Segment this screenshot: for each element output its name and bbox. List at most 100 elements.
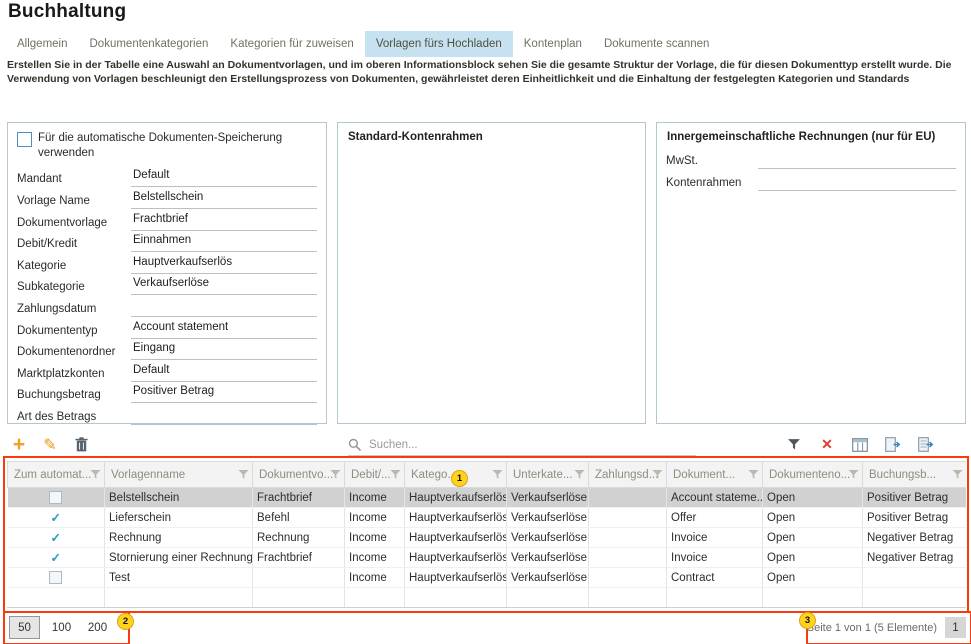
- column-label: Unterkate...: [513, 469, 572, 481]
- page-size-100[interactable]: 100: [47, 617, 76, 638]
- add-row-button[interactable]: +: [9, 434, 29, 456]
- row-checkbox-unchecked[interactable]: [49, 571, 62, 584]
- annotation-badge-1: 1: [451, 470, 468, 487]
- col-dokumentenordner[interactable]: Dokumenteno...: [763, 462, 863, 488]
- col-unterkategorie[interactable]: Unterkate...: [507, 462, 589, 488]
- field-value[interactable]: Positiver Betrag: [131, 385, 317, 403]
- search-box: [348, 434, 696, 456]
- tab-dokumente-scannen[interactable]: Dokumente scannen: [593, 31, 720, 57]
- field-label: Dokumentenordner: [17, 346, 131, 360]
- table-row[interactable]: Test Income Hauptverkaufserlös Verkaufse…: [8, 568, 967, 588]
- annotation-badge-2: 2: [117, 613, 134, 630]
- grid-pager: 50 100 200 Seite 1 von 1 (5 Elemente) 1: [7, 614, 966, 641]
- field-zahlungsdatum: Zahlungsdatum: [8, 295, 326, 317]
- cell-kategorie: Hauptverkaufserlös: [405, 508, 507, 528]
- table-row[interactable]: ✓ Rechnung Rechnung Income Hauptverkaufs…: [8, 528, 967, 548]
- column-filter-icon[interactable]: [748, 469, 759, 480]
- field-value[interactable]: Frachtbrief: [131, 213, 317, 231]
- column-filter-icon[interactable]: [238, 469, 249, 480]
- clear-filter-button[interactable]: ✕: [817, 434, 837, 456]
- col-vorlagenname[interactable]: Vorlagenname: [105, 462, 253, 488]
- field-value[interactable]: Default: [131, 364, 317, 382]
- filter-button[interactable]: [784, 434, 804, 456]
- row-select-cell[interactable]: [8, 488, 105, 508]
- field-value[interactable]: Hauptverkaufserlös: [131, 256, 317, 274]
- cell-vorlagenname: Lieferschein: [105, 508, 253, 528]
- column-filter-icon[interactable]: [952, 469, 963, 480]
- row-select-cell[interactable]: [8, 568, 105, 588]
- cell-kategorie: Hauptverkaufserlös: [405, 548, 507, 568]
- tab-kontenplan[interactable]: Kontenplan: [513, 31, 593, 57]
- row-checkbox-unchecked[interactable]: [49, 491, 62, 504]
- cell-debit-kredit: Income: [345, 548, 405, 568]
- cell-zahlungsdatum: [589, 508, 667, 528]
- column-chooser-icon: [852, 438, 868, 452]
- field-value[interactable]: Eingang: [131, 342, 317, 360]
- column-label: Dokument...: [673, 469, 735, 481]
- field-buchungsbetrag: Buchungsbetrag Positiver Betrag: [8, 382, 326, 404]
- column-filter-icon[interactable]: [574, 469, 585, 480]
- auto-save-checkbox[interactable]: [17, 132, 32, 147]
- cell-zahlungsdatum: [589, 488, 667, 508]
- field-value[interactable]: [758, 173, 956, 191]
- field-value[interactable]: Einnahmen: [131, 234, 317, 252]
- table-row[interactable]: ✓ Lieferschein Befehl Income Hauptverkau…: [8, 508, 967, 528]
- page-1-button[interactable]: 1: [945, 617, 966, 638]
- row-select-cell[interactable]: ✓: [8, 528, 105, 548]
- panels-row: Für die automatische Dokumenten-Speicher…: [7, 122, 966, 424]
- field-label: Art des Betrags: [17, 411, 131, 425]
- col-debit-kredit[interactable]: Debit/...: [345, 462, 405, 488]
- column-filter-icon[interactable]: [90, 469, 101, 480]
- field-value[interactable]: [758, 151, 956, 169]
- column-filter-icon[interactable]: [652, 469, 663, 480]
- row-select-cell[interactable]: ✓: [8, 548, 105, 568]
- row-checkmark-icon[interactable]: ✓: [51, 531, 61, 545]
- empty-cell: [589, 588, 667, 608]
- col-dokumentvorlage[interactable]: Dokumentvo...: [253, 462, 345, 488]
- cell-debit-kredit: Income: [345, 508, 405, 528]
- col-zahlungsdatum[interactable]: Zahlungsd...: [589, 462, 667, 488]
- column-filter-icon[interactable]: [390, 469, 401, 480]
- export-selected-button[interactable]: [916, 434, 936, 456]
- column-filter-icon[interactable]: [330, 469, 341, 480]
- table-row[interactable]: Belstellschein Frachtbrief Income Hauptv…: [8, 488, 967, 508]
- description-text: Erstellen Sie in der Tabelle eine Auswah…: [7, 59, 966, 87]
- page-size-200[interactable]: 200: [83, 617, 112, 638]
- field-label: Buchungsbetrag: [17, 389, 131, 403]
- eu-invoices-panel: Innergemeinschaftliche Rechnungen (nur f…: [656, 122, 966, 424]
- field-label: Debit/Kredit: [17, 238, 131, 252]
- tab-allgemein[interactable]: Allgemein: [6, 31, 79, 57]
- delete-row-button[interactable]: [71, 434, 91, 456]
- column-filter-icon[interactable]: [492, 469, 503, 480]
- tab-dokumentenkategorien[interactable]: Dokumentenkategorien: [79, 31, 220, 57]
- export-button[interactable]: [883, 434, 903, 456]
- pager-info-text: Seite 1 von 1 (5 Elemente): [807, 622, 937, 634]
- table-row[interactable]: ✓ Stornierung einer Rechnung Frachtbrief…: [8, 548, 967, 568]
- field-label: Marktplatzkonten: [17, 368, 131, 382]
- column-filter-icon[interactable]: [848, 469, 859, 480]
- field-value[interactable]: Account statement: [131, 321, 317, 339]
- search-icon: [348, 438, 361, 451]
- field-value[interactable]: Verkaufserlöse: [131, 277, 317, 295]
- page-size-50[interactable]: 50: [9, 616, 40, 639]
- cell-debit-kredit: Income: [345, 568, 405, 588]
- col-dokumententyp[interactable]: Dokument...: [667, 462, 763, 488]
- cell-vorlagenname: Test: [105, 568, 253, 588]
- field-value[interactable]: [131, 299, 317, 317]
- field-value[interactable]: Default: [131, 169, 317, 187]
- row-checkmark-icon[interactable]: ✓: [51, 551, 61, 565]
- tab-kategorien-fuer-zuweisen[interactable]: Kategorien für zuweisen: [219, 31, 364, 57]
- cell-kategorie: Hauptverkaufserlös: [405, 568, 507, 588]
- cell-zahlungsdatum: [589, 568, 667, 588]
- search-input[interactable]: [367, 438, 696, 452]
- field-value[interactable]: [131, 407, 317, 425]
- row-checkmark-icon[interactable]: ✓: [51, 511, 61, 525]
- tab-vorlagen-fuers-hochladen[interactable]: Vorlagen fürs Hochladen: [365, 31, 513, 57]
- edit-row-button[interactable]: ✎: [40, 434, 60, 456]
- column-chooser-button[interactable]: [850, 434, 870, 456]
- column-label: Vorlagenname: [111, 469, 185, 481]
- row-select-cell[interactable]: ✓: [8, 508, 105, 528]
- field-value[interactable]: Belstellschein: [131, 191, 317, 209]
- col-buchungsbetrag[interactable]: Buchungsb...: [863, 462, 967, 488]
- col-zum-automat[interactable]: Zum automat...: [8, 462, 105, 488]
